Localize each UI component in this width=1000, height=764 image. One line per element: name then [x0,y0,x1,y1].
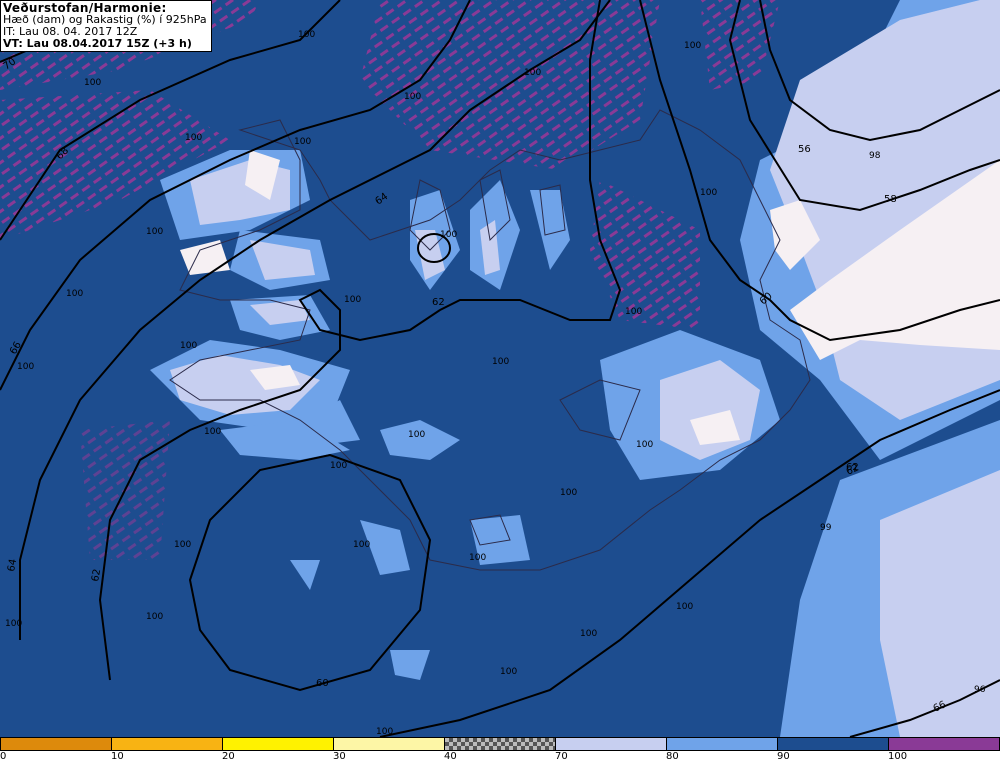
humidity-label: 100 [330,461,347,471]
humidity-label: 100 [500,667,517,677]
scale-band [222,737,334,751]
scale-tick: 0 [0,751,7,762]
scale-tick: 70 [555,751,568,762]
humidity-label: 100 [700,188,717,198]
humidity-label: 100 [66,289,83,299]
humidity-label: 100 [204,427,221,437]
humidity-label: 100 [146,612,163,622]
scale-tick: 90 [777,751,790,762]
humidity-label: 100 [676,602,693,612]
humidity-label: 100 [376,727,393,737]
weather-map: 70 68 66 64 64 62 62 62 60 60 56 58 62 6… [0,0,1000,737]
scale-band [0,737,112,751]
humidity-label: 100 [5,619,22,629]
humidity-label: 100 [294,137,311,147]
scale-tick: 10 [111,751,124,762]
humidity-label: 100 [84,78,101,88]
humidity-label: 100 [625,307,642,317]
humidity-label: 100 [298,30,315,40]
humidity-label: 100 [344,295,361,305]
scale-tick: 100 [888,751,908,762]
scale-band [333,737,445,751]
scale-tick: 40 [444,751,457,762]
scale-band [666,737,778,751]
humidity-label: 100 [174,540,191,550]
contour-label: 60 [316,678,329,689]
humidity-label: 100 [492,357,509,367]
scale-band [444,737,556,751]
scale-band [777,737,889,751]
scale-band [111,737,223,751]
humidity-label: 96 [974,685,986,695]
humidity-label: 100 [408,430,425,440]
humidity-label: 100 [185,133,202,143]
scale-tick: 20 [222,751,235,762]
humidity-label: 100 [524,68,541,78]
humidity-label: 100 [560,488,577,498]
scale-tick: 30 [333,751,346,762]
contour-label: 62 [90,568,103,582]
scale-band [555,737,667,751]
humidity-label: 99 [820,523,832,533]
humidity-label: 100 [353,540,370,550]
humidity-label: 100 [146,227,163,237]
contour-label: 56 [798,144,811,155]
contour-label: 58 [884,194,897,205]
map-header: Veðurstofan/Harmonie: Hæð (dam) og Rakas… [0,0,212,52]
humidity-label: 100 [580,629,597,639]
humidity-label: 100 [404,92,421,102]
contour-label: 62 [432,297,445,308]
contour-label: 62 [846,462,859,473]
humidity-label: 100 [180,341,197,351]
humidity-label: 100 [440,230,457,240]
scale-tick: 80 [666,751,679,762]
color-scale: 0 10 20 30 40 70 80 90 100 [0,737,1000,764]
humidity-label: 100 [684,41,701,51]
contour-label: 64 [6,558,19,572]
scale-band [888,737,1000,751]
humidity-label: 100 [469,553,486,563]
humidity-label: 98 [869,151,881,161]
header-valid-time: VT: Lau 08.04.2017 15Z (+3 h) [3,37,192,50]
humidity-label: 100 [17,362,34,372]
humidity-label: 100 [636,440,653,450]
